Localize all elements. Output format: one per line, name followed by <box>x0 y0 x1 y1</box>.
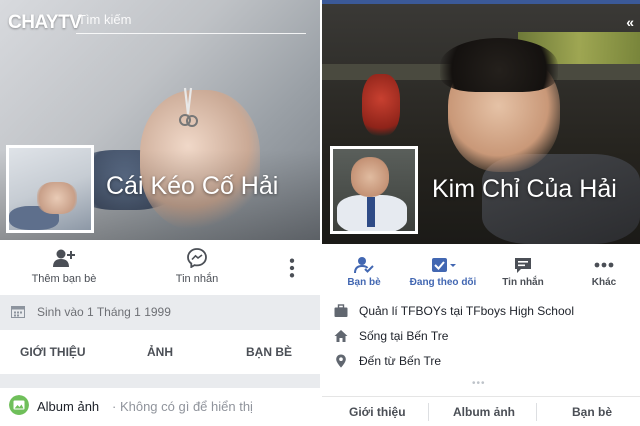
birthday-text: Sinh vào 1 Tháng 1 1999 <box>37 305 171 319</box>
profile-action-bar: Bạn bè Đang theo dõi Tin nhắn Khác <box>322 248 640 296</box>
add-friend-label: Thêm bạn bè <box>31 273 97 285</box>
message-label: Tin nhắn <box>502 277 544 288</box>
add-friend-icon <box>53 249 75 267</box>
cover-red-figure <box>362 74 400 136</box>
info-hometown-row[interactable]: Đến từ Bến Tre <box>322 350 640 374</box>
message-icon <box>515 258 531 273</box>
more-options-button[interactable] <box>280 240 304 295</box>
watermark-logo: CHAYTV <box>8 12 82 33</box>
tab-albums[interactable]: Album ảnh <box>453 405 515 419</box>
message-button[interactable]: Tin nhắn <box>164 240 230 295</box>
profile-tabs: Giới thiệu Album ảnh Bạn bè <box>322 396 640 426</box>
info-hometown-text: Đến từ Bến Tre <box>359 354 442 368</box>
messenger-icon <box>187 248 207 268</box>
info-home-text: Sống tại Bến Tre <box>359 329 449 343</box>
info-home-row[interactable]: Sống tại Bến Tre <box>322 325 640 349</box>
briefcase-icon <box>334 304 348 317</box>
album-empty-text: · Không có gì để hiển thị <box>112 399 253 414</box>
tab-about[interactable]: Giới thiệu <box>349 405 406 419</box>
profile-action-bar: Thêm bạn bè Tin nhắn <box>0 240 320 295</box>
avatar-tie <box>367 197 375 227</box>
profile-name: Cái Kéo Cố Hải <box>106 172 279 200</box>
following-icon <box>432 258 456 272</box>
friends-button[interactable]: Bạn bè <box>336 248 392 296</box>
profile-avatar[interactable] <box>330 146 418 234</box>
info-work-row[interactable]: Quản lí TFBOYs tại TFboys High School <box>322 300 640 324</box>
message-label: Tin nhắn <box>175 273 219 285</box>
profile-avatar[interactable] <box>6 145 94 233</box>
calendar-icon <box>11 306 25 318</box>
tab-separator <box>536 403 537 421</box>
friends-icon <box>354 257 374 274</box>
message-button[interactable]: Tin nhắn <box>494 248 552 296</box>
cover-hair <box>440 38 558 92</box>
home-icon <box>334 330 348 342</box>
more-horizontal-icon <box>594 262 614 268</box>
more-vertical-icon <box>289 258 295 278</box>
location-pin-icon <box>336 354 346 368</box>
profile-tabs: GIỚI THIỆU ẢNH BẠN BÈ <box>0 330 320 374</box>
tab-friends[interactable]: BẠN BÈ <box>246 345 292 359</box>
tab-photos[interactable]: ẢNH <box>147 345 173 359</box>
album-title: Album ảnh <box>37 399 100 414</box>
album-row[interactable]: Album ảnh · Không có gì để hiển thị <box>0 388 320 426</box>
photo-album-icon <box>9 395 29 415</box>
scissors-icon <box>179 87 198 127</box>
back-chevron-icon[interactable]: « <box>626 14 634 30</box>
more-label: Khác <box>591 277 617 288</box>
friends-label: Bạn bè <box>347 277 381 288</box>
left-profile-panel: CHAYTV Tìm kiếm Cái Kéo Cố Hải Thêm bạn … <box>0 0 320 426</box>
profile-name: Kim Chỉ Của Hải <box>432 175 617 203</box>
following-label: Đang theo dõi <box>409 277 477 288</box>
search-input[interactable]: Tìm kiếm <box>78 12 131 27</box>
avatar-face <box>351 157 389 197</box>
info-work-text: Quản lí TFBOYs tại TFboys High School <box>359 304 574 318</box>
add-friend-button[interactable]: Thêm bạn bè <box>22 240 106 295</box>
right-profile-panel: « Kim Chỉ Của Hải Bạn bè Đang theo dõi T… <box>322 0 640 426</box>
birthday-row: Sinh vào 1 Tháng 1 1999 <box>0 297 320 327</box>
following-button[interactable]: Đang theo dõi <box>406 248 480 296</box>
tab-about[interactable]: GIỚI THIỆU <box>20 345 86 359</box>
more-button[interactable]: Khác <box>584 248 624 296</box>
avatar-hand <box>37 182 77 214</box>
search-underline <box>76 33 306 34</box>
tab-separator <box>428 403 429 421</box>
more-info-dots[interactable]: ••• <box>472 378 486 389</box>
tab-friends[interactable]: Bạn bè <box>572 405 612 419</box>
